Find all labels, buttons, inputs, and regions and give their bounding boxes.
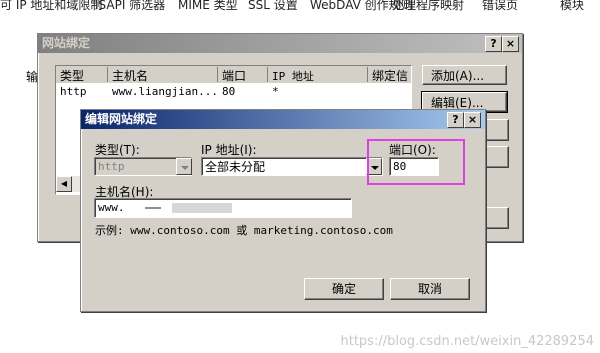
close-icon[interactable]: × [502,36,519,52]
table-row[interactable]: http www.liangjian... 80 * [56,83,411,100]
feature-label: MIME 类型 [178,0,238,12]
example-text: 示例: www.contoso.com 或 marketing.contoso.… [95,224,393,237]
feature-label: 模块 [560,0,585,12]
ok-button[interactable]: 确定 [304,278,384,300]
col-header-type[interactable]: 类型 [60,67,84,84]
chevron-down-icon[interactable] [176,158,192,175]
cell-host: www.liangjian... [112,85,218,98]
help-icon[interactable]: ? [447,112,464,128]
hostname-value: www. [98,201,125,214]
feature-label: 可 IP 地址和域限制 [0,0,103,12]
col-header-ip[interactable]: IP 地址 [272,68,314,84]
col-header-port[interactable]: 端口 [222,67,246,84]
type-label: 类型(T): [95,143,140,157]
feature-label: 错误页 [482,0,519,12]
close-icon[interactable]: × [464,112,481,128]
cell-ip: * [272,85,279,98]
cancel-button[interactable]: 取消 [390,278,470,300]
feature-label: SSL 设置 [248,0,298,12]
edit-binding-title: 编辑网站绑定 [85,112,158,126]
add-binding-button[interactable]: 添加(A)... [422,65,507,85]
site-binding-title: 网站绑定 [42,36,91,50]
watermark: https://blog.csdn.net/weixin_42289254 [340,334,594,349]
port-highlight-box [367,139,465,185]
ip-address-select[interactable]: 全部未分配 [201,157,383,176]
site-binding-titlebar: 网站绑定 [38,34,522,53]
background-feature-strip: 可 IP 地址和域限制 ISAPI 筛选器 MIME 类型 SSL 设置 Web… [0,0,600,22]
cell-type: http [60,85,87,98]
col-header-binding-info[interactable]: 绑定信 [372,67,408,84]
col-header-host[interactable]: 主机名 [112,67,148,84]
hostname-input[interactable]: www. [94,198,352,218]
feature-label: ISAPI 筛选器 [95,0,166,12]
redacted-text [171,203,232,213]
feature-label: 处理程序映射 [392,0,465,12]
table-header: 类型 主机名 端口 IP 地址 绑定信 [56,66,411,83]
edit-binding-titlebar: 编辑网站绑定 [81,110,485,129]
help-icon[interactable]: ? [485,36,502,52]
scroll-left-icon[interactable]: ◀ [56,176,72,192]
ip-label: IP 地址(I): [201,143,257,157]
cell-port: 80 [222,85,236,98]
